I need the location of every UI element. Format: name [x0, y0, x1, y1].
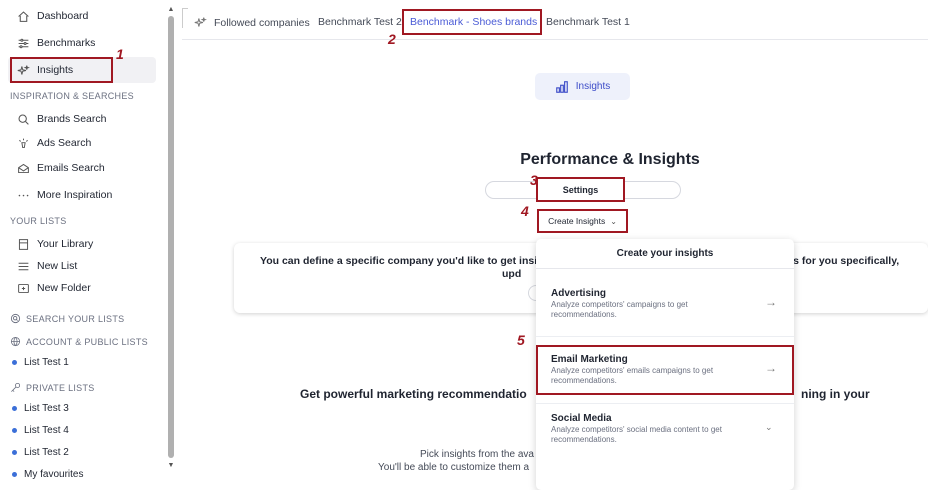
section-label: PRIVATE LISTS [26, 383, 95, 393]
ellipsis-icon [16, 188, 30, 202]
search-icon [16, 112, 30, 126]
promo-heading: Get powerful marketing recommendatio [300, 387, 527, 401]
list-item-label: List Test 3 [24, 403, 69, 414]
sidebar-item-label: Ads Search [37, 137, 92, 149]
sidebar-item-label: Emails Search [37, 162, 105, 174]
dropdown-item-desc: Analyze competitors' social media conten… [551, 425, 722, 444]
insights-tab-button[interactable]: Insights [535, 73, 630, 100]
annotation-box-insights [10, 57, 113, 83]
list-item[interactable]: My favourites [12, 469, 83, 480]
search-icon [10, 313, 22, 325]
sidebar-item-label: New List [37, 260, 78, 272]
list-item[interactable]: List Test 2 [12, 447, 69, 458]
sidebar-item-benchmarks[interactable]: Benchmarks [0, 30, 166, 56]
list-item-label: List Test 1 [24, 357, 69, 368]
globe-icon [10, 336, 22, 348]
dropdown-item-advertising[interactable]: Advertising Analyze competitors' campaig… [536, 279, 794, 337]
list-item-label: List Test 2 [24, 447, 69, 458]
list-dot [12, 360, 17, 365]
list-item[interactable]: List Test 3 [12, 403, 69, 414]
sidebar-item-ads-search[interactable]: Ads Search [0, 130, 166, 156]
section-account-lists[interactable]: ACCOUNT & PUBLIC LISTS [10, 336, 148, 348]
step-label-1: 1 [116, 46, 124, 62]
section-private-lists: PRIVATE LISTS [10, 382, 95, 394]
bar-chart-icon [555, 80, 569, 94]
list-item-label: List Test 4 [24, 425, 69, 436]
insights-pill-label: Insights [575, 81, 611, 92]
sidebar-item-label: Brands Search [37, 113, 107, 125]
sidebar-scrollbar[interactable]: ▲ ▼ [165, 0, 177, 490]
list-item[interactable]: List Test 4 [12, 425, 69, 436]
scroll-down-icon[interactable]: ▼ [167, 462, 175, 470]
chevron-down-icon: ⌄ [610, 216, 617, 226]
benchmark-tabs: Followed companies Benchmark Test 2 Benc… [182, 0, 928, 40]
section-label: SEARCH YOUR LISTS [26, 314, 125, 324]
chevron-down-icon: ⌄ [765, 422, 773, 432]
settings-button[interactable]: Settings [536, 177, 625, 202]
step-label-5: 5 [517, 332, 525, 348]
info-text: You can define a specific company you'd … [260, 255, 560, 267]
section-label: ACCOUNT & PUBLIC LISTS [26, 337, 148, 347]
list-dot [12, 472, 17, 477]
section-your-lists: YOUR LISTS [10, 216, 67, 226]
dropdown-item-email-marketing[interactable]: Email Marketing Analyze competitors' ema… [536, 345, 794, 395]
ads-icon [16, 136, 30, 150]
tab-benchmark-test-2[interactable]: Benchmark Test 2 [318, 16, 402, 28]
folder-plus-icon [16, 281, 30, 295]
create-insights-button[interactable]: Create Insights ⌄ [537, 209, 628, 233]
sidebar-item-new-folder[interactable]: New Folder [0, 275, 166, 301]
sidebar-item-dashboard[interactable]: Dashboard [0, 3, 166, 29]
info-text: ples for you specifically, [778, 255, 900, 267]
section-search-lists[interactable]: SEARCH YOUR LISTS [10, 313, 124, 325]
tab-followed-companies[interactable]: Followed companies [194, 16, 310, 30]
dropdown-header: Create your insights [536, 239, 794, 269]
tab-benchmark-shoes-brands[interactable]: Benchmark - Shoes brands [410, 16, 537, 28]
step-label-4: 4 [521, 203, 529, 219]
tab-benchmark-test-1[interactable]: Benchmark Test 1 [546, 16, 630, 28]
list-icon [16, 259, 30, 273]
sidebar-item-label: Your Library [37, 238, 94, 250]
list-item[interactable]: List Test 1 [12, 357, 69, 368]
list-dot [12, 450, 17, 455]
arrow-right-icon: → [765, 295, 777, 309]
info-text: upd [502, 268, 522, 280]
promo-text: Pick insights from the ava [420, 449, 534, 460]
scroll-up-icon[interactable]: ▲ [167, 6, 175, 14]
section-inspiration: INSPIRATION & SEARCHES [10, 91, 134, 101]
list-dot [12, 406, 17, 411]
dropdown-item-desc: Analyze competitors' campaigns to get re… [551, 300, 688, 319]
key-icon [10, 382, 22, 394]
promo-text: You'll be able to customize them a [378, 462, 530, 473]
sparkles-icon [194, 16, 208, 30]
dropdown-item-title: Social Media [551, 413, 612, 424]
list-dot [12, 428, 17, 433]
tab-bar-edge [182, 8, 188, 28]
sidebar-item-label: Benchmarks [37, 37, 96, 49]
dropdown-item-desc: Analyze competitors' emails campaigns to… [551, 366, 714, 385]
page-title: Performance & Insights [520, 151, 700, 168]
create-insights-label: Create Insights [548, 216, 606, 226]
list-item-label: My favourites [24, 469, 84, 480]
step-label-3: 3 [530, 172, 538, 188]
create-insights-dropdown: Create your insights Advertising Analyze… [536, 239, 794, 490]
sidebar-item-label: New Folder [37, 282, 91, 294]
mail-icon [16, 161, 30, 175]
promo-heading: ning in your [801, 387, 870, 401]
dropdown-item-title: Email Marketing [551, 354, 628, 365]
sidebar-item-brands-search[interactable]: Brands Search [0, 106, 166, 132]
step-label-2: 2 [388, 31, 396, 47]
tab-label: Followed companies [214, 17, 310, 29]
bookmark-icon [16, 237, 30, 251]
sidebar-item-label: More Inspiration [37, 189, 113, 201]
sidebar: Dashboard Benchmarks Insights INSPIRATIO… [0, 0, 166, 490]
sliders-icon [16, 36, 30, 50]
dropdown-item-title: Advertising [551, 288, 607, 299]
sidebar-item-emails-search[interactable]: Emails Search [0, 155, 166, 181]
arrow-right-icon: → [765, 361, 777, 375]
dropdown-item-social-media[interactable]: Social Media Analyze competitors' social… [536, 403, 794, 459]
sidebar-item-more-inspiration[interactable]: More Inspiration [0, 182, 166, 208]
home-icon [16, 9, 30, 23]
scroll-thumb[interactable] [168, 16, 174, 458]
sidebar-item-label: Dashboard [37, 10, 89, 22]
